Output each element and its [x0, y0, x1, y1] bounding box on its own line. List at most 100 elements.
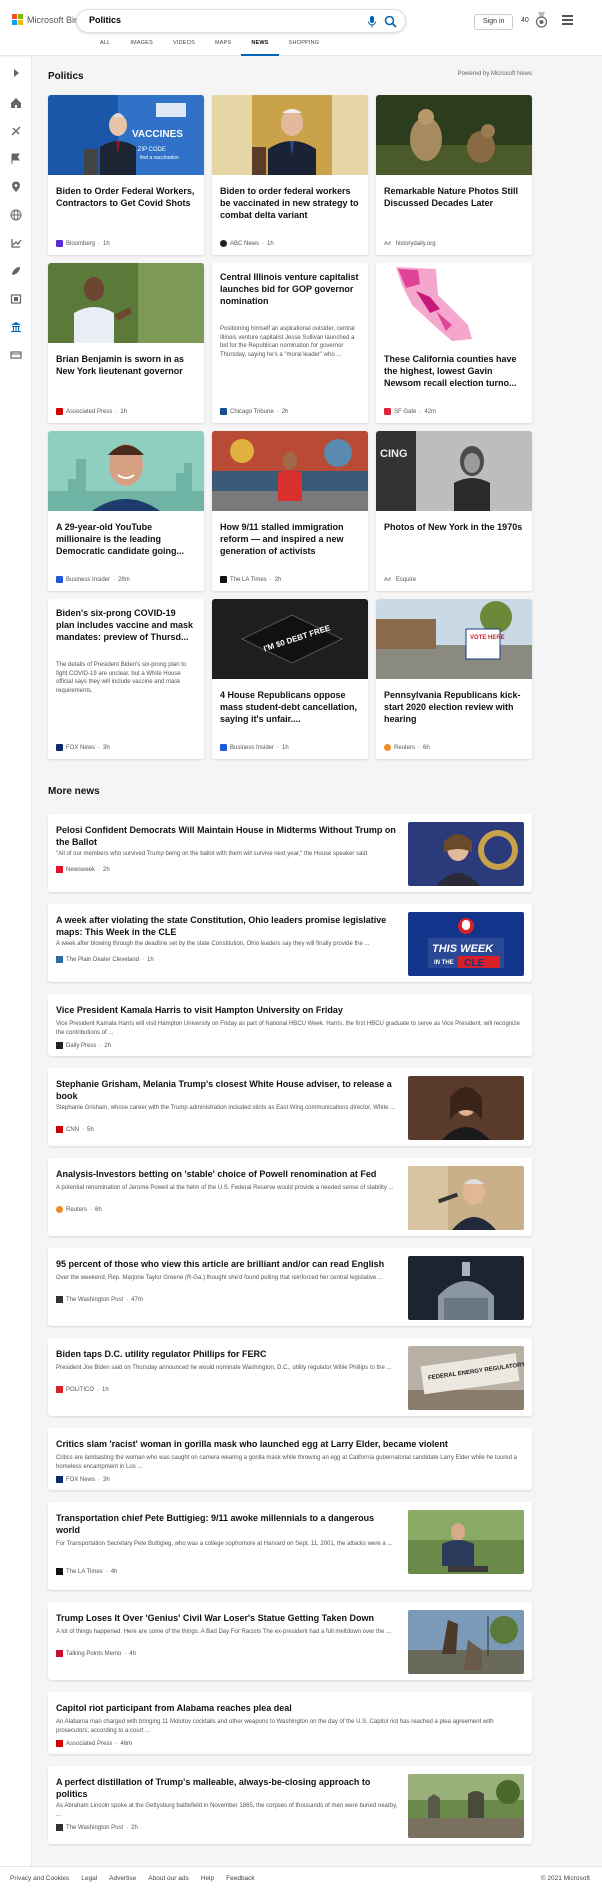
tab-videos[interactable]: VIDEOS	[163, 40, 205, 56]
news-list-item[interactable]: Pelosi Confident Democrats Will Maintain…	[48, 814, 532, 892]
location-pin-icon[interactable]	[10, 181, 22, 193]
item-source[interactable]: Talking Points Memo · 4h	[56, 1650, 136, 1657]
item-source[interactable]: The Washington Post · 2h	[56, 1824, 138, 1831]
card-source[interactable]: Business Insider · 1h	[220, 744, 289, 751]
tab-news[interactable]: NEWS	[241, 40, 279, 56]
news-list-item[interactable]: Biden taps D.C. utility regulator Philli…	[48, 1338, 532, 1416]
item-source[interactable]: The Washington Post · 47m	[56, 1296, 143, 1303]
card-title[interactable]: Biden to Order Federal Workers, Contract…	[56, 185, 196, 209]
tab-images[interactable]: IMAGES	[120, 40, 163, 56]
card-title[interactable]: Biden to order federal workers be vaccin…	[220, 185, 360, 221]
item-source[interactable]: POLITICO · 1h	[56, 1386, 109, 1393]
item-title[interactable]: Critics slam 'racist' woman in gorilla m…	[56, 1438, 522, 1450]
news-card[interactable]: Central Illinois venture capitalist laun…	[212, 263, 368, 423]
card-source[interactable]: Bloomberg · 1h	[56, 240, 110, 247]
news-list-item[interactable]: Transportation chief Pete Buttigieg: 9/1…	[48, 1502, 532, 1590]
sign-in-button[interactable]: Sign in	[474, 14, 514, 30]
item-title[interactable]: Vice President Kamala Harris to visit Ha…	[56, 1004, 522, 1016]
item-title[interactable]: Analysis-Investors betting on 'stable' c…	[56, 1168, 400, 1180]
money-icon[interactable]	[10, 349, 22, 361]
rocket-icon[interactable]	[10, 265, 22, 277]
bing-logo[interactable]: Microsoft Bing	[12, 14, 84, 25]
search-input[interactable]	[89, 15, 329, 25]
microphone-icon[interactable]	[367, 16, 377, 28]
item-title[interactable]: Biden taps D.C. utility regulator Philli…	[56, 1348, 400, 1360]
globe-icon[interactable]	[10, 209, 22, 221]
news-card[interactable]: Brian Benjamin is sworn in as New York l…	[48, 263, 204, 423]
news-card[interactable]: Biden to order federal workers be vaccin…	[212, 95, 368, 255]
rewards-points[interactable]: 40	[521, 17, 529, 24]
news-list-item[interactable]: A perfect distillation of Trump's mallea…	[48, 1766, 532, 1844]
search-icon[interactable]	[384, 15, 397, 28]
footer-link-legal[interactable]: Legal	[81, 1875, 97, 1882]
news-card[interactable]: These California counties have the highe…	[376, 263, 532, 423]
news-card[interactable]: A 29-year-old YouTube millionaire is the…	[48, 431, 204, 591]
card-source[interactable]: Associated Press · 1h	[56, 408, 127, 415]
ad-card[interactable]: CING Photos of New York in the 1970s Ad E…	[376, 431, 532, 591]
news-card[interactable]: VOTE HERE Pennsylvania Republicans kick-…	[376, 599, 532, 759]
footer-link-advertise[interactable]: Advertise	[109, 1875, 136, 1882]
item-title[interactable]: A week after violating the state Constit…	[56, 914, 400, 938]
tab-shopping[interactable]: SHOPPING	[279, 40, 330, 56]
news-list-item[interactable]: Vice President Kamala Harris to visit Ha…	[48, 994, 532, 1056]
item-title[interactable]: Capitol riot participant from Alabama re…	[56, 1702, 522, 1714]
politics-capitol-icon[interactable]	[10, 321, 22, 333]
news-card[interactable]: I'M $0 DEBT FREE 4 House Republicans opp…	[212, 599, 368, 759]
item-source[interactable]: Associated Press · 46m	[56, 1740, 132, 1747]
news-card[interactable]: How 9/11 stalled immigration reform — an…	[212, 431, 368, 591]
footer-link-feedback[interactable]: Feedback	[226, 1875, 255, 1882]
news-list-item[interactable]: Critics slam 'racist' woman in gorilla m…	[48, 1428, 532, 1490]
card-title[interactable]: These California counties have the highe…	[384, 353, 524, 389]
powered-by-label[interactable]: Powered by Microsoft News	[458, 71, 532, 77]
news-list-item[interactable]: 95 percent of those who view this articl…	[48, 1248, 532, 1326]
card-source[interactable]: Business Insider · 28m	[56, 576, 130, 583]
card-source[interactable]: SF Gate · 42m	[384, 408, 436, 415]
item-source[interactable]: Reuters · 6h	[56, 1206, 102, 1213]
tab-maps[interactable]: MAPS	[205, 40, 241, 56]
item-title[interactable]: Stephanie Grisham, Melania Trump's close…	[56, 1078, 400, 1102]
home-icon[interactable]	[10, 97, 22, 109]
item-title[interactable]: Transportation chief Pete Buttigieg: 9/1…	[56, 1512, 400, 1536]
card-title[interactable]: Remarkable Nature Photos Still Discussed…	[384, 185, 524, 209]
hamburger-menu-icon[interactable]	[562, 15, 573, 25]
news-card[interactable]: Biden's six-prong COVID-19 plan includes…	[48, 599, 204, 759]
item-title[interactable]: A perfect distillation of Trump's mallea…	[56, 1776, 400, 1800]
card-source[interactable]: ABC News · 1h	[220, 240, 274, 247]
card-source[interactable]: Ad historydaily.org	[384, 241, 436, 247]
card-source[interactable]: FOX News · 3h	[56, 744, 110, 751]
tab-all[interactable]: ALL	[90, 40, 120, 56]
item-title[interactable]: Pelosi Confident Democrats Will Maintain…	[56, 824, 400, 848]
card-source[interactable]: Chicago Tribune · 2h	[220, 408, 288, 415]
item-source[interactable]: CNN · 5h	[56, 1126, 94, 1133]
card-source[interactable]: Reuters · 6h	[384, 744, 430, 751]
card-title[interactable]: Brian Benjamin is sworn in as New York l…	[56, 353, 196, 377]
chart-icon[interactable]	[10, 237, 22, 249]
item-source[interactable]: Daily Press · 2h	[56, 1042, 111, 1049]
footer-link-about-ads[interactable]: About our ads	[148, 1875, 188, 1882]
card-title[interactable]: 4 House Republicans oppose mass student-…	[220, 689, 360, 725]
news-list-item[interactable]: Trump Loses It Over 'Genius' Civil War L…	[48, 1602, 532, 1680]
news-card[interactable]: VACCINES r ZIP CODE find a vaccination Bid…	[48, 95, 204, 255]
film-icon[interactable]	[10, 293, 22, 305]
item-source[interactable]: The LA Times · 4h	[56, 1568, 117, 1575]
card-title[interactable]: Biden's six-prong COVID-19 plan includes…	[56, 607, 196, 643]
card-title[interactable]: Central Illinois venture capitalist laun…	[220, 271, 360, 307]
item-title[interactable]: Trump Loses It Over 'Genius' Civil War L…	[56, 1612, 400, 1624]
footer-link-help[interactable]: Help	[201, 1875, 214, 1882]
card-title[interactable]: How 9/11 stalled immigration reform — an…	[220, 521, 360, 557]
card-source[interactable]: The LA Times · 2h	[220, 576, 281, 583]
card-title[interactable]: A 29-year-old YouTube millionaire is the…	[56, 521, 196, 557]
item-title[interactable]: 95 percent of those who view this articl…	[56, 1258, 400, 1270]
item-source[interactable]: The Plain Dealer Cleveland · 1h	[56, 956, 154, 963]
item-source[interactable]: Newsweek · 2h	[56, 866, 110, 873]
flag-icon[interactable]	[10, 153, 22, 165]
news-list-item[interactable]: Analysis-Investors betting on 'stable' c…	[48, 1158, 532, 1236]
sports-icon[interactable]	[10, 125, 22, 137]
news-list-item[interactable]: A week after violating the state Constit…	[48, 904, 532, 982]
expand-chevron-icon[interactable]	[10, 67, 22, 79]
item-source[interactable]: FOX News · 3h	[56, 1476, 110, 1483]
rewards-medal-icon[interactable]	[535, 12, 548, 28]
card-source[interactable]: Ad Esquire	[384, 577, 416, 583]
news-list-item[interactable]: Stephanie Grisham, Melania Trump's close…	[48, 1068, 532, 1146]
news-list-item[interactable]: Capitol riot participant from Alabama re…	[48, 1692, 532, 1754]
